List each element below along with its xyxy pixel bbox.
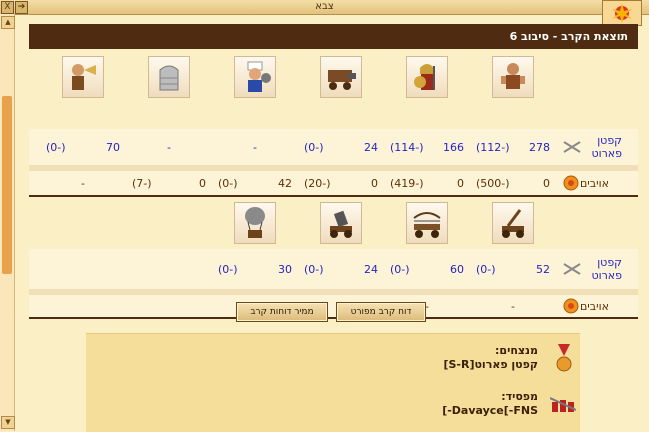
attacker-row-1: קפטן פארוט (112-) 278 (114-) 166 (0-) 24 - … [29, 129, 638, 165]
attacker-name[interactable]: קפטן פארוט [582, 256, 622, 282]
enemy-label: אויבים [580, 176, 609, 190]
attacker-value-cell: (0-) 60 [390, 262, 464, 276]
unit-cell [470, 49, 556, 105]
ram-icon [320, 56, 362, 98]
swords-icon [563, 141, 581, 153]
unit-cell [298, 49, 384, 105]
defeated-icon [550, 397, 576, 412]
unit-images-row-2 [29, 197, 638, 249]
catapult-icon [492, 202, 534, 244]
attacker-value-cell: (0-) 24 [304, 140, 378, 154]
attacker-value-cell: (0-) 52 [476, 262, 550, 276]
medal-icon [556, 344, 572, 372]
scroll-up-icon[interactable]: ▲ [1, 16, 15, 29]
attacker-label-cell: קפטן פארוט [558, 129, 638, 165]
battle-summary: מנצחים: קפטן פארוט[S-R] מפסיד: [-Davayce… [86, 333, 580, 432]
chef-icon [234, 56, 276, 98]
enemy-value-cell: (0-) 42 [218, 176, 292, 190]
battle-result-panel: תוצאת הקרב - סיבוב 6 קפטן פארוט (112-) 27… [29, 24, 638, 349]
scrollbar[interactable]: ▲ ▼ [0, 14, 15, 431]
attacker-row-2: קפטן פארוט (0-) 52 (0-) 60 (0-) 24 (0-) 30 [29, 249, 638, 289]
unit-cell [40, 49, 126, 105]
loser-label: מפסיד: [501, 390, 538, 403]
unit-cell [126, 49, 212, 105]
attacker-label-cell: קפטן פארוט [558, 249, 638, 289]
enemy-value-cell: (500-) 0 [476, 176, 550, 190]
wall-icon [148, 56, 190, 98]
winners-label: מנצחים: [495, 344, 538, 357]
panel-header: תוצאת הקרב - סיבוב 6 [29, 24, 638, 49]
window-titlebar: X ➔ צבא [0, 0, 649, 15]
attacker-value-cell: (0-) 70 [46, 140, 120, 154]
attacker-value-cell: - [167, 140, 171, 154]
trumpeter-icon [62, 56, 104, 98]
unit-cell [212, 49, 298, 105]
scroll-down-icon[interactable]: ▼ [1, 416, 15, 429]
enemy-value-cell: (7-) 0 [132, 176, 206, 190]
enemy-value-cell: - [511, 299, 515, 313]
army-icon [602, 0, 642, 26]
unit-cell [470, 197, 556, 249]
brawler-icon [492, 56, 534, 98]
winners-name[interactable]: קפטן פארוט[S-R] [443, 358, 538, 371]
attacker-value-cell: - [253, 140, 257, 154]
enemy-value-cell: (20-) 0 [304, 176, 378, 190]
enemy-value-cell: (419-) 0 [390, 176, 464, 190]
balloon-icon [234, 202, 276, 244]
unit-cell [298, 197, 384, 249]
attacker-value-cell: (0-) 24 [304, 262, 378, 276]
window-title: צבא [315, 1, 334, 12]
enemy-row-1: אויבים (500-) 0 (419-) 0 (20-) 0 (0-) 42 (7-… [29, 171, 638, 195]
loser-name[interactable]: [-Davayce[-FNS [442, 404, 538, 417]
attacker-value-cell: (0-) 30 [218, 262, 292, 276]
swords-icon [563, 263, 581, 275]
enemy-coin-icon [563, 175, 579, 191]
attacker-value-cell: (112-) 278 [476, 140, 550, 154]
enemy-value-cell: - [81, 176, 85, 190]
unit-images-row-1 [29, 49, 638, 105]
ballista-icon [406, 202, 448, 244]
enemy-label: אויבים [580, 299, 609, 313]
enemy-label-cell: אויבים [558, 295, 638, 317]
detailed-report-button[interactable]: דוח קרב מפורט [336, 302, 426, 322]
mortar-icon [320, 202, 362, 244]
unit-cell [212, 197, 298, 249]
unit-cell [384, 197, 470, 249]
unit-cell [384, 49, 470, 105]
report-converter-button[interactable]: ממיר דוחות קרב [236, 302, 328, 322]
attacker-value-cell: (114-) 166 [390, 140, 464, 154]
enemy-label-cell: אויבים [558, 171, 638, 195]
spartan-icon [406, 56, 448, 98]
enemy-coin-icon [563, 298, 579, 314]
enemy-row-2: אויבים - - - - [29, 295, 638, 317]
block-divider [29, 317, 638, 319]
scroll-thumb[interactable] [2, 96, 12, 274]
attacker-name[interactable]: קפטן פארוט [582, 134, 622, 160]
